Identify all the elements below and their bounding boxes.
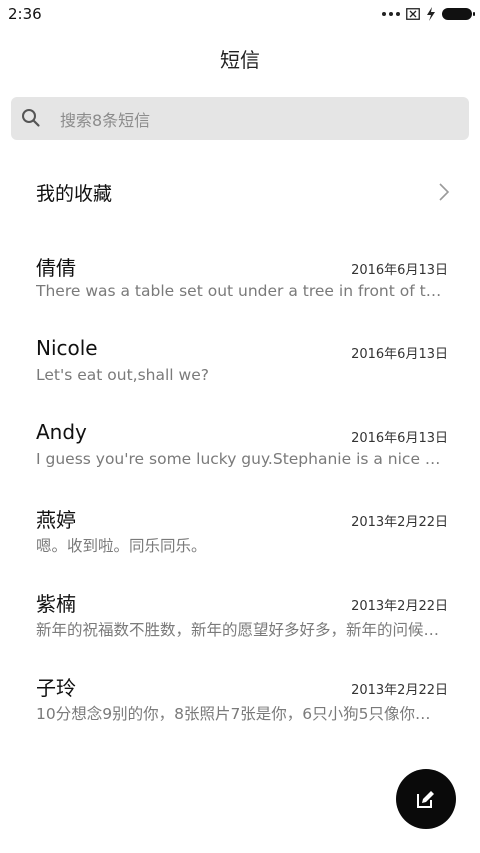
conversation-list: 倩倩 2016年6月13日 There was a table set out … xyxy=(0,248,480,752)
conversation-item[interactable]: Nicole 2016年6月13日 Let's eat out,shall we… xyxy=(0,332,480,416)
compose-icon xyxy=(417,791,434,808)
chevron-right-icon xyxy=(439,183,450,201)
message-date: 2013年2月22日 xyxy=(351,683,448,698)
message-date: 2013年2月22日 xyxy=(351,515,448,530)
messages-screen: 2:36 短信 搜索8条短信 我的收藏 倩倩 2016年6月13日 There … xyxy=(0,0,480,853)
message-preview: I guess you're some lucky guy.Stephanie … xyxy=(36,450,446,468)
conversation-item[interactable]: Andy 2016年6月13日 I guess you're some luck… xyxy=(0,416,480,500)
page-title: 短信 xyxy=(220,48,260,72)
message-preview: 新年的祝福数不胜数，新年的愿望好多好多，新年的问候送给你 xyxy=(36,621,446,639)
charging-icon xyxy=(427,7,435,21)
conversation-item[interactable]: 紫楠 2013年2月22日 新年的祝福数不胜数，新年的愿望好多好多，新年的问候送… xyxy=(0,584,480,668)
search-placeholder: 搜索8条短信 xyxy=(60,111,151,130)
search-input[interactable]: 搜索8条短信 xyxy=(11,97,469,140)
conversation-item[interactable]: 子玲 2013年2月22日 10分想念9别的你，8张照片7张是你，6只小狗5只像… xyxy=(0,668,480,752)
contact-name: Andy xyxy=(36,420,87,444)
favorites-row[interactable]: 我的收藏 xyxy=(0,165,480,221)
favorites-label: 我的收藏 xyxy=(36,183,113,205)
conversation-item[interactable]: 燕婷 2013年2月22日 嗯。收到啦。同乐同乐。 xyxy=(0,500,480,584)
search-icon xyxy=(22,109,40,127)
message-date: 2016年6月13日 xyxy=(351,431,448,446)
compose-button[interactable] xyxy=(396,769,456,829)
message-preview: 10分想念9别的你，8张照片7张是你，6只小狗5只像你，4季为你 xyxy=(36,705,446,723)
contact-name: 紫楠 xyxy=(36,592,76,616)
more-dots-icon xyxy=(382,12,400,16)
message-date: 2013年2月22日 xyxy=(351,599,448,614)
message-date: 2016年6月13日 xyxy=(351,263,448,278)
contact-name: 倩倩 xyxy=(36,256,76,280)
no-sim-icon xyxy=(406,8,420,20)
status-time: 2:36 xyxy=(8,5,42,23)
message-date: 2016年6月13日 xyxy=(351,347,448,362)
contact-name: 子玲 xyxy=(36,676,76,700)
message-preview: Let's eat out,shall we? xyxy=(36,366,209,384)
conversation-item[interactable]: 倩倩 2016年6月13日 There was a table set out … xyxy=(0,248,480,332)
contact-name: Nicole xyxy=(36,336,98,360)
message-preview: 嗯。收到啦。同乐同乐。 xyxy=(36,537,207,555)
contact-name: 燕婷 xyxy=(36,508,76,532)
message-preview: There was a table set out under a tree i… xyxy=(36,282,446,300)
status-icons xyxy=(382,7,475,21)
battery-icon xyxy=(442,8,475,20)
status-bar: 2:36 xyxy=(0,0,480,30)
